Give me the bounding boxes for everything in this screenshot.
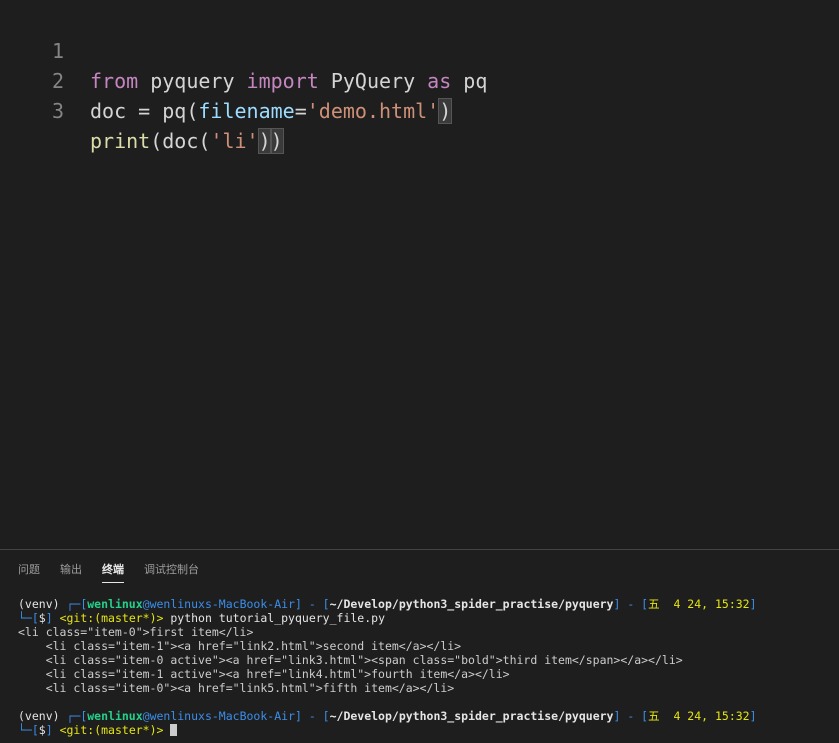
code-line-3[interactable]: 3 print(doc('li')): [0, 66, 284, 154]
terminal-command-line: └─[$] <git:(master*)> python tutorial_py…: [18, 611, 385, 625]
tab-terminal[interactable]: 终端: [102, 561, 124, 583]
breadcrumb-strip: [0, 0, 839, 5]
terminal-prompt-line: (venv) ┌─[wenlinux@wenlinuxs-MacBook-Air…: [18, 597, 757, 611]
code-line-1[interactable]: 1 from pyquery import PyQuery as pq: [0, 6, 487, 93]
matched-bracket: ): [438, 98, 453, 124]
terminal-output-line: <li class="item-0">first item</li>: [18, 625, 254, 639]
terminal-output-line: <li class="item-1 active"><a href="link4…: [18, 667, 510, 681]
terminal-cursor: [170, 724, 178, 736]
tab-output[interactable]: 输出: [60, 561, 82, 577]
code-source: print(doc('li')): [90, 128, 284, 154]
code-line-2[interactable]: 2 doc = pq(filename='demo.html'): [0, 36, 453, 124]
terminal-output-line: <li class="item-0"><a href="link5.html">…: [18, 681, 455, 695]
terminal-output-line: <li class="item-1"><a href="link2.html">…: [18, 639, 462, 653]
terminal-output[interactable]: (venv) ┌─[wenlinux@wenlinuxs-MacBook-Air…: [18, 597, 828, 737]
code-source: from pyquery import PyQuery as pq: [90, 69, 488, 93]
terminal-input-line[interactable]: └─[$] <git:(master*)>: [18, 723, 828, 737]
tab-debug-console[interactable]: 调试控制台: [144, 561, 199, 577]
panel-tabs: 问题 输出 终端 调试控制台: [0, 550, 839, 590]
matched-bracket: ): [269, 128, 284, 154]
bottom-panel: 问题 输出 终端 调试控制台 (venv) ┌─[wenlinux@wenlin…: [0, 549, 839, 743]
terminal-prompt-line: (venv) ┌─[wenlinux@wenlinuxs-MacBook-Air…: [18, 709, 757, 723]
line-number: 3: [51, 99, 64, 123]
matched-bracket: ): [257, 128, 272, 154]
code-source: doc = pq(filename='demo.html'): [90, 98, 453, 124]
code-editor[interactable]: 1 from pyquery import PyQuery as pq 2 do…: [0, 0, 839, 549]
tab-problems[interactable]: 问题: [18, 561, 40, 577]
terminal-output-line: <li class="item-0 active"><a href="link3…: [18, 653, 683, 667]
